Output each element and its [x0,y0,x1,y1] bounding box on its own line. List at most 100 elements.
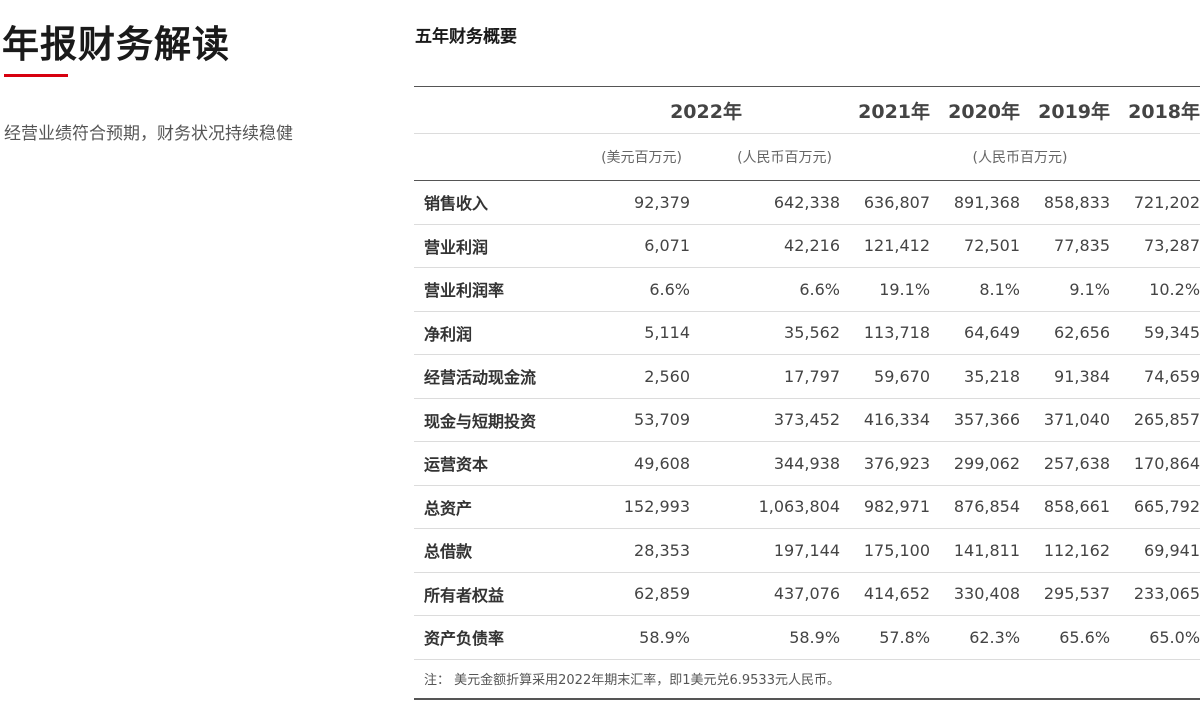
cell-value: 17,797 [690,354,841,399]
financial-summary-section: 五年财务概要 2022年 2021年 2020年 2019年 2018年 (美元… [414,0,1200,706]
cell-value: 72,501 [930,224,1021,268]
row-label: 净利润 [414,311,572,355]
cell-value: 77,835 [1020,224,1111,268]
table-body: 销售收入 92,379 642,338 636,807 891,368 858,… [414,180,1200,660]
financial-summary-table: 2022年 2021年 2020年 2019年 2018年 (美元百万元) (人… [414,86,1200,660]
cell-value: 376,923 [840,441,931,486]
table-row: 营业利润率 6.6% 6.6% 19.1% 8.1% 9.1% 10.2% [414,267,1200,312]
cell-value: 6,071 [572,224,690,268]
cell-value: 91,384 [1020,354,1111,399]
header-year-2020: 2020年 [930,86,1021,134]
unit-header-row: (美元百万元) (人民币百万元) (人民币百万元) [414,133,1200,181]
cell-value: 8.1% [930,267,1021,312]
cell-value: 233,065 [1110,572,1200,616]
cell-value: 170,864 [1110,441,1200,486]
row-label: 总借款 [414,528,572,573]
cell-value: 113,718 [840,311,931,355]
row-label: 所有者权益 [414,572,572,616]
header-year-2021: 2021年 [840,86,931,134]
row-label: 营业利润率 [414,267,572,312]
cell-value: 65.0% [1110,615,1200,660]
cell-value: 49,608 [572,441,690,486]
table-row: 总资产 152,993 1,063,804 982,971 876,854 85… [414,485,1200,529]
cell-value: 58.9% [690,615,841,660]
table-row: 运营资本 49,608 344,938 376,923 299,062 257,… [414,441,1200,486]
cell-value: 65.6% [1020,615,1111,660]
table-row: 总借款 28,353 197,144 175,100 141,811 112,1… [414,528,1200,573]
cell-value: 371,040 [1020,398,1111,442]
cell-value: 982,971 [840,485,931,529]
unit-usd: (美元百万元) [572,133,690,181]
unit-blank [414,133,572,181]
cell-value: 414,652 [840,572,931,616]
cell-value: 891,368 [930,180,1021,225]
cell-value: 152,993 [572,485,690,529]
section-title: 五年财务概要 [415,27,517,47]
header-year-2019: 2019年 [1020,86,1111,134]
cell-value: 62.3% [930,615,1021,660]
cell-value: 344,938 [690,441,841,486]
table-bottom-rule [414,698,1200,700]
year-header-row: 2022年 2021年 2020年 2019年 2018年 [414,86,1200,134]
cell-value: 5,114 [572,311,690,355]
table-row: 经营活动现金流 2,560 17,797 59,670 35,218 91,38… [414,354,1200,399]
cell-value: 62,656 [1020,311,1111,355]
cell-value: 74,659 [1110,354,1200,399]
cell-value: 19.1% [840,267,931,312]
cell-value: 6.6% [690,267,841,312]
cell-value: 257,638 [1020,441,1111,486]
cell-value: 35,562 [690,311,841,355]
cell-value: 175,100 [840,528,931,573]
cell-value: 73,287 [1110,224,1200,268]
cell-value: 1,063,804 [690,485,841,529]
cell-value: 58.9% [572,615,690,660]
row-label: 营业利润 [414,224,572,268]
cell-value: 665,792 [1110,485,1200,529]
cell-value: 141,811 [930,528,1021,573]
cell-value: 299,062 [930,441,1021,486]
cell-value: 57.8% [840,615,931,660]
cell-value: 357,366 [930,398,1021,442]
cell-value: 35,218 [930,354,1021,399]
row-label: 经营活动现金流 [414,354,572,399]
cell-value: 62,859 [572,572,690,616]
cell-value: 858,661 [1020,485,1111,529]
row-label: 总资产 [414,485,572,529]
row-label: 资产负债率 [414,615,572,660]
table-row: 所有者权益 62,859 437,076 414,652 330,408 295… [414,572,1200,616]
cell-value: 295,537 [1020,572,1111,616]
cell-value: 69,941 [1110,528,1200,573]
cell-value: 9.1% [1020,267,1111,312]
cell-value: 59,345 [1110,311,1200,355]
cell-value: 42,216 [690,224,841,268]
cell-value: 112,162 [1020,528,1111,573]
cell-value: 53,709 [572,398,690,442]
cell-value: 92,379 [572,180,690,225]
cell-value: 121,412 [840,224,931,268]
table-row: 销售收入 92,379 642,338 636,807 891,368 858,… [414,180,1200,225]
header-year-2022: 2022年 [572,86,841,134]
table-row: 资产负债率 58.9% 58.9% 57.8% 62.3% 65.6% 65.0… [414,615,1200,660]
page-title: 年报财务解读 [2,23,230,66]
cell-value: 416,334 [840,398,931,442]
cell-value: 2,560 [572,354,690,399]
row-label: 运营资本 [414,441,572,486]
cell-value: 721,202 [1110,180,1200,225]
cell-value: 642,338 [690,180,841,225]
header-blank [414,86,572,134]
cell-value: 636,807 [840,180,931,225]
table-row: 现金与短期投资 53,709 373,452 416,334 357,366 3… [414,398,1200,442]
row-label: 销售收入 [414,180,572,225]
cell-value: 373,452 [690,398,841,442]
page: 年报财务解读 经营业绩符合预期，财务状况持续稳健 五年财务概要 2022年 20… [0,0,1200,706]
table-row: 净利润 5,114 35,562 113,718 64,649 62,656 5… [414,311,1200,355]
cell-value: 858,833 [1020,180,1111,225]
unit-rmb-2022: (人民币百万元) [690,133,841,181]
cell-value: 6.6% [572,267,690,312]
cell-value: 437,076 [690,572,841,616]
cell-value: 876,854 [930,485,1021,529]
cell-value: 59,670 [840,354,931,399]
cell-value: 28,353 [572,528,690,573]
title-accent-bar [4,74,68,77]
exchange-rate-note: 注： 美元金额折算采用2022年期末汇率，即1美元兑6.9533元人民币。 [424,673,840,688]
